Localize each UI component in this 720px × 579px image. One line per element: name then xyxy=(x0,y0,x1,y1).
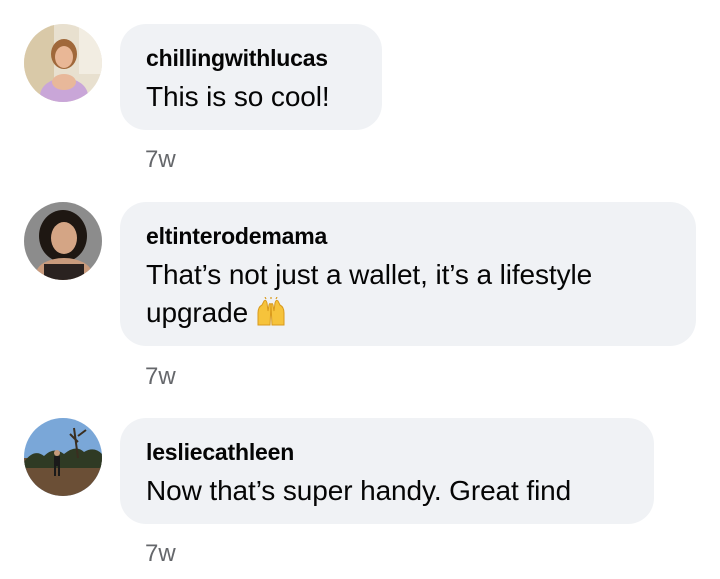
comment-username[interactable]: eltinterodemama xyxy=(146,222,670,250)
outdoor-hiker-avatar-icon xyxy=(24,418,102,496)
comment-timestamp[interactable]: 7w xyxy=(145,146,176,174)
comment-bubble: lesliecathleen Now that’s super handy. G… xyxy=(120,418,654,524)
comment-username[interactable]: chillingwithlucas xyxy=(146,44,356,72)
raising-hands-emoji-icon xyxy=(257,297,285,326)
comment-text-line: upgrade xyxy=(146,294,670,332)
comment-text-segment: upgrade xyxy=(146,297,249,328)
woman-pink-dress-avatar-icon xyxy=(24,24,102,102)
comment-bubble: eltinterodemama That’s not just a wallet… xyxy=(120,202,696,346)
avatar[interactable] xyxy=(24,24,102,102)
comment-bubble: chillingwithlucas This is so cool! xyxy=(120,24,382,130)
comment-username[interactable]: lesliecathleen xyxy=(146,438,628,466)
comment-timestamp[interactable]: 7w xyxy=(145,540,176,568)
comment-text-line: That’s not just a wallet, it’s a lifesty… xyxy=(146,259,593,290)
comment-text: Now that’s super handy. Great find xyxy=(146,475,572,506)
avatar[interactable] xyxy=(24,418,102,496)
comment-timestamp[interactable]: 7w xyxy=(145,363,176,391)
avatar[interactable] xyxy=(24,202,102,280)
woman-dark-hair-avatar-icon xyxy=(24,202,102,280)
comment-text: This is so cool! xyxy=(146,81,330,112)
comment-text: That’s not just a wallet, it’s a lifesty… xyxy=(146,256,670,332)
